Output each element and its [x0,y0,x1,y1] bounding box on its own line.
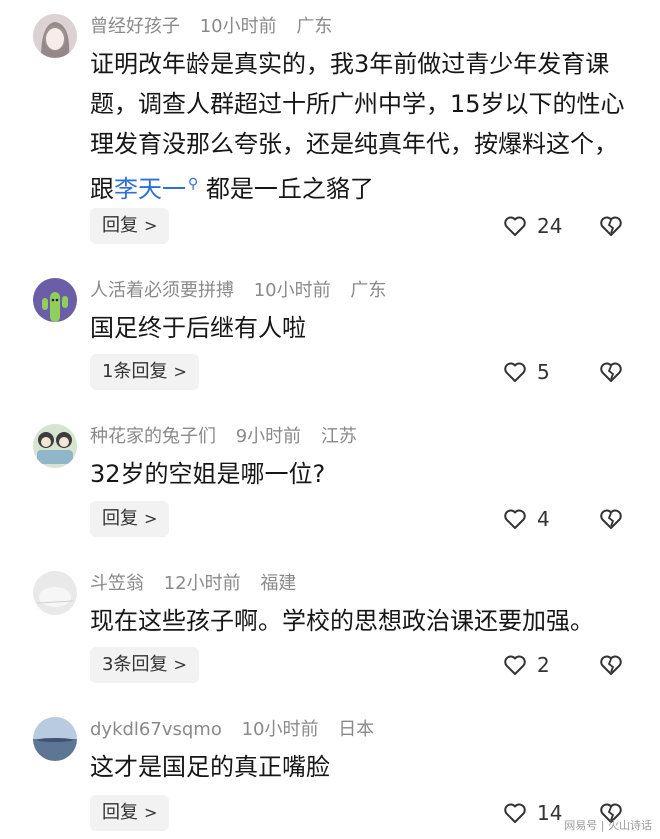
like-count: 2 [537,653,550,677]
comment-text: 现在这些孩子啊。学校的思想政治课还要加强。 [90,607,594,635]
comment-text: 证明改年龄是真实的，我3年前做过青少年发育课题，调查人群超过十所广州中学，15岁… [90,44,635,209]
comment-text: 这才是国足的真正嘴脸 [90,753,330,781]
like-count: 24 [537,214,563,238]
username[interactable]: 斗笠翁 [90,573,144,594]
chevron-right-icon: > [173,362,187,381]
heart-icon [504,655,526,675]
comment-text-part: 都是一丘之貉了 [205,175,374,203]
like-button[interactable]: 5 [503,354,550,390]
broken-heart-icon [600,655,622,675]
reply-label: 回复 [102,508,138,529]
heart-icon [504,803,526,823]
heart-icon [504,216,526,236]
avatar-image [33,571,77,615]
chevron-right-icon: > [144,509,158,528]
username[interactable]: 人活着必须要拼搏 [90,280,234,301]
dislike-button[interactable] [599,354,625,390]
timestamp: 10小时前 [199,16,277,37]
comment-meta: 曾经好孩子 10小时前 广东 [90,15,346,39]
comment-meta: 斗笠翁 12小时前 福建 [90,572,310,596]
reply-button[interactable]: 回复 > [90,795,170,831]
chevron-right-icon: > [144,216,158,235]
timestamp: 9小时前 [235,426,302,447]
location: 广东 [350,280,387,301]
avatar-image [33,14,77,58]
reply-button[interactable]: 1条回复 > [90,354,199,390]
chevron-right-icon: > [173,655,187,674]
reply-button[interactable]: 3条回复 > [90,647,199,683]
avatar-image [33,717,77,761]
reply-label: 3条回复 [102,654,168,675]
dislike-button[interactable] [599,208,625,244]
reply-label: 回复 [102,802,138,823]
avatar[interactable] [33,717,77,761]
like-button[interactable]: 14 [503,795,562,831]
avatar[interactable] [33,14,77,58]
reply-label: 回复 [102,215,138,236]
watermark: 网易号 | 火山诗话 [564,819,652,832]
heart-icon [504,362,526,382]
timestamp: 12小时前 [163,573,241,594]
comment-text: 32岁的空姐是哪一位? [90,460,326,488]
broken-heart-icon [600,216,622,236]
like-button[interactable]: 24 [503,208,562,244]
mention-link[interactable]: 李天一 [114,175,186,203]
dislike-button[interactable] [599,647,625,683]
chevron-right-icon: > [144,803,158,822]
heart-icon [504,509,526,529]
avatar[interactable] [33,571,77,615]
like-count: 4 [537,507,550,531]
broken-heart-icon [600,509,622,529]
location: 广东 [296,16,333,37]
like-button[interactable]: 2 [503,647,550,683]
avatar-image [33,424,77,468]
comment-text: 国足终于后继有人啦 [90,314,306,342]
reply-label: 1条回复 [102,361,168,382]
search-icon[interactable]: ⚲ [188,176,198,192]
like-count: 14 [537,801,563,825]
avatar[interactable] [33,278,77,322]
comment-meta: dykdl67vsqmo 10小时前 日本 [90,718,388,742]
avatar[interactable] [33,424,77,468]
comment-meta: 人活着必须要拼搏 10小时前 广东 [90,279,400,303]
username[interactable]: 种花家的兔子们 [90,426,216,447]
avatar-image [33,278,77,322]
timestamp: 10小时前 [253,280,331,301]
like-button[interactable]: 4 [503,501,550,537]
like-count: 5 [537,360,550,384]
username[interactable]: dykdl67vsqmo [90,719,222,740]
dislike-button[interactable] [599,501,625,537]
location: 福建 [260,573,297,594]
broken-heart-icon [600,362,622,382]
reply-button[interactable]: 回复 > [90,208,170,244]
location: 日本 [338,719,375,740]
username[interactable]: 曾经好孩子 [90,16,180,37]
location: 江苏 [320,426,357,447]
reply-button[interactable]: 回复 > [90,501,170,537]
comment-meta: 种花家的兔子们 9小时前 江苏 [90,425,371,449]
timestamp: 10小时前 [241,719,319,740]
